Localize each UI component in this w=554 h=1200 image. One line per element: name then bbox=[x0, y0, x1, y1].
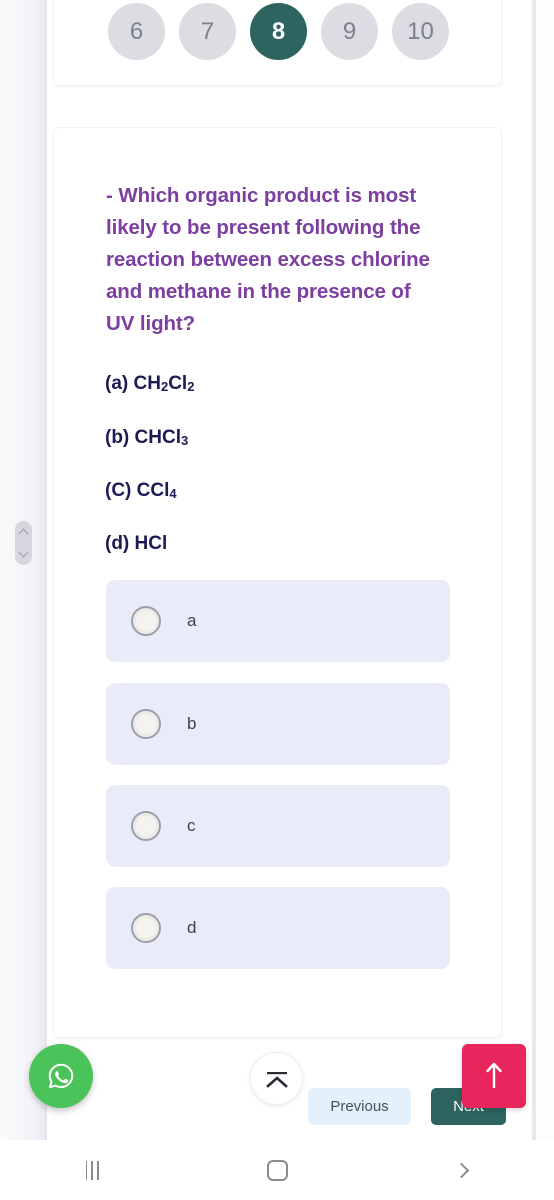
chevron-up-icon bbox=[18, 528, 29, 539]
pagination-page-6[interactable]: 6 bbox=[108, 3, 165, 60]
whatsapp-button[interactable] bbox=[29, 1044, 93, 1108]
question-text: - Which organic product is most likely t… bbox=[106, 184, 430, 335]
page-right-gutter bbox=[536, 0, 554, 1140]
answer-option-b[interactable]: b bbox=[106, 683, 450, 765]
page-left-edge bbox=[45, 0, 47, 1140]
home-icon bbox=[266, 1159, 288, 1181]
choice-formula-b: (b) CHCl3 bbox=[105, 427, 189, 448]
question-card: - Which organic product is most likely t… bbox=[53, 127, 502, 1038]
answer-option-label: c bbox=[187, 816, 196, 835]
page-left-gutter bbox=[0, 0, 46, 1140]
nav-back-button[interactable] bbox=[369, 1140, 554, 1200]
recent-apps-icon bbox=[85, 1160, 100, 1180]
pagination-list: 6 7 8 9 10 bbox=[54, 3, 503, 60]
radio-button-c[interactable] bbox=[131, 811, 161, 841]
scroll-handle[interactable] bbox=[15, 521, 32, 565]
choice-formula-c: (C) CCl4 bbox=[105, 480, 177, 501]
arrow-up-icon bbox=[486, 1062, 502, 1088]
answer-option-label: a bbox=[187, 611, 197, 630]
pagination-page-8[interactable]: 8 bbox=[250, 3, 307, 60]
pagination-page-7[interactable]: 7 bbox=[179, 3, 236, 60]
back-to-top-button[interactable] bbox=[462, 1044, 526, 1108]
chevron-down-icon bbox=[18, 547, 29, 558]
radio-button-d[interactable] bbox=[131, 913, 161, 943]
answer-option-d[interactable]: d bbox=[106, 887, 450, 969]
back-icon bbox=[453, 1162, 470, 1178]
pagination-card: 6 7 8 9 10 bbox=[53, 0, 502, 86]
answer-option-c[interactable]: c bbox=[106, 785, 450, 867]
choice-formula-a: (a) CH2Cl2 bbox=[105, 373, 195, 394]
whatsapp-icon bbox=[48, 1063, 74, 1089]
previous-button[interactable]: Previous bbox=[308, 1088, 411, 1125]
nav-recent-apps-button[interactable] bbox=[0, 1140, 185, 1200]
choice-formula-d: (d) HCl bbox=[105, 533, 168, 554]
collapse-up-icon bbox=[265, 1071, 288, 1088]
screen: 6 7 8 9 10 - Which organic product is most l… bbox=[0, 0, 554, 1200]
pagination-page-9[interactable]: 9 bbox=[321, 3, 378, 60]
android-navigation-bar bbox=[0, 1140, 554, 1200]
radio-button-a[interactable] bbox=[131, 606, 161, 636]
answer-option-label: b bbox=[187, 714, 197, 733]
scroll-to-top-button[interactable] bbox=[250, 1052, 303, 1105]
answer-option-a[interactable]: a bbox=[106, 580, 450, 662]
answer-option-label: d bbox=[187, 918, 197, 937]
pagination-page-10[interactable]: 10 bbox=[392, 3, 449, 60]
nav-home-button[interactable] bbox=[185, 1140, 370, 1200]
browser-viewport: 6 7 8 9 10 - Which organic product is most l… bbox=[0, 0, 554, 1140]
radio-button-b[interactable] bbox=[131, 709, 161, 739]
